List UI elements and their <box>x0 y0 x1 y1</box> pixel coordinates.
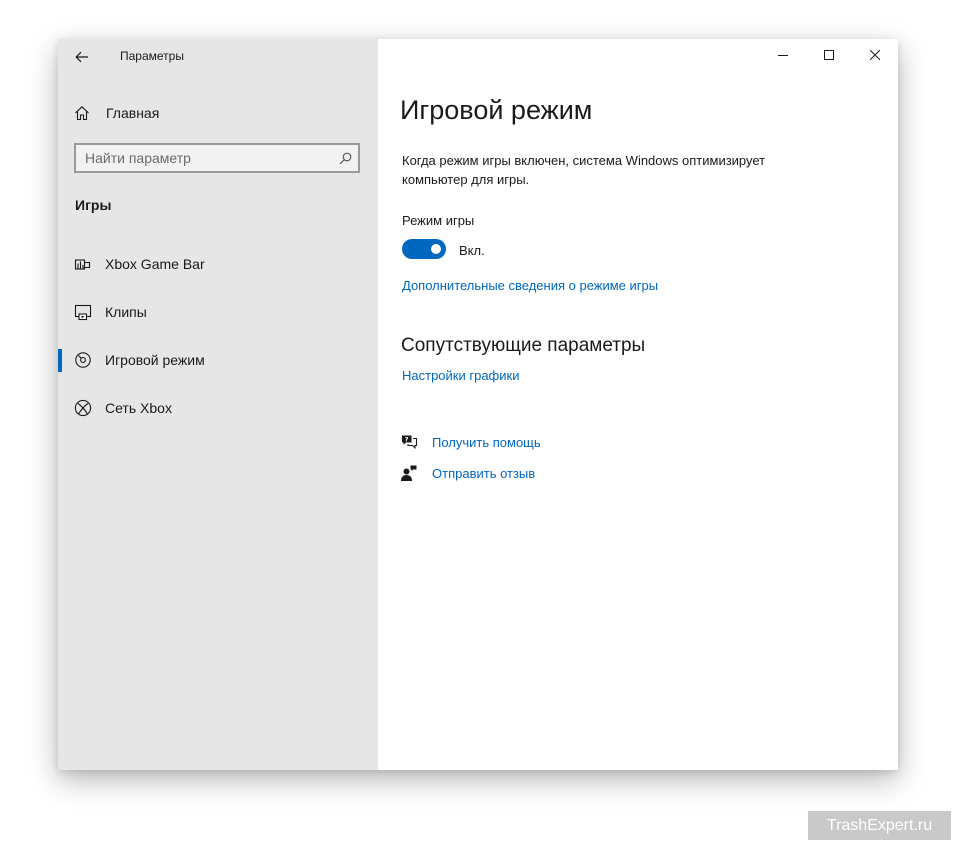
feedback-person-icon <box>400 464 418 482</box>
sidebar-item-game-mode[interactable]: Игровой режим <box>58 342 378 378</box>
game-mode-icon <box>74 351 92 369</box>
minimize-icon <box>778 55 788 56</box>
sidebar-item-label: Клипы <box>105 304 147 320</box>
graphics-settings-link[interactable]: Настройки графики <box>402 368 519 383</box>
sidebar-item-xbox-game-bar[interactable]: Xbox Game Bar <box>58 246 378 282</box>
get-help-row[interactable]: ? Получить помощь <box>400 432 541 452</box>
toggle-state-label: Вкл. <box>459 243 485 258</box>
more-info-link[interactable]: Дополнительные сведения о режиме игры <box>402 278 658 293</box>
page-title: Игровой режим <box>400 95 593 125</box>
game-mode-setting-label: Режим игры <box>402 213 475 228</box>
sidebar-item-label: Игровой режим <box>105 352 205 368</box>
svg-text:?: ? <box>405 435 409 443</box>
toggle-knob <box>431 244 441 254</box>
send-feedback-row[interactable]: Отправить отзыв <box>400 463 535 483</box>
search-input[interactable] <box>85 146 339 170</box>
back-arrow-icon <box>75 51 88 63</box>
game-mode-toggle[interactable] <box>402 239 446 259</box>
sidebar: Параметры Главная Игры Xbox <box>58 39 378 770</box>
settings-window: Параметры Главная Игры Xbox <box>58 39 898 770</box>
search-icon[interactable] <box>339 152 352 165</box>
send-feedback-link[interactable]: Отправить отзыв <box>432 466 535 481</box>
back-button[interactable] <box>68 43 96 71</box>
description-text: Когда режим игры включен, система Window… <box>402 153 766 187</box>
maximize-button[interactable] <box>806 39 852 71</box>
help-chat-icon: ? <box>400 433 418 451</box>
close-button[interactable] <box>852 39 898 71</box>
get-help-link[interactable]: Получить помощь <box>432 435 541 450</box>
close-icon <box>870 50 880 60</box>
minimize-button[interactable] <box>760 39 806 71</box>
sidebar-item-xbox-network[interactable]: Сеть Xbox <box>58 390 378 426</box>
watermark: TrashExpert.ru <box>808 811 951 840</box>
section-title: Игры <box>75 197 112 213</box>
sidebar-item-label: Сеть Xbox <box>105 400 172 416</box>
sidebar-item-clips[interactable]: Клипы <box>58 294 378 330</box>
clips-icon <box>74 303 92 321</box>
main-content: Игровой режим Когда режим игры включен, … <box>378 39 898 770</box>
home-nav-item[interactable]: Главная <box>74 101 364 125</box>
home-icon <box>75 106 89 121</box>
related-settings-title: Сопутствующие параметры <box>401 335 646 356</box>
game-bar-icon <box>74 255 92 273</box>
xbox-icon <box>74 399 92 417</box>
search-box[interactable] <box>74 143 360 173</box>
home-label: Главная <box>106 105 160 121</box>
window-controls <box>760 39 898 71</box>
maximize-icon <box>824 50 834 60</box>
sidebar-item-label: Xbox Game Bar <box>105 256 205 272</box>
app-title: Параметры <box>120 49 184 63</box>
